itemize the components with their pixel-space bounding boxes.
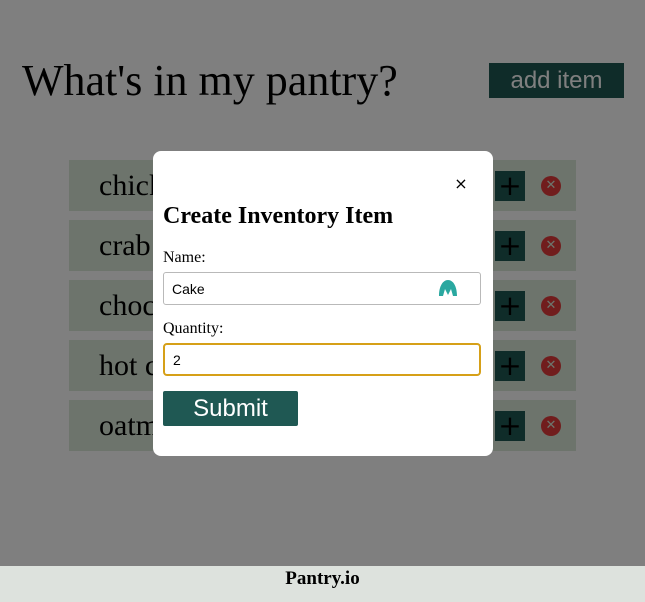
quantity-field[interactable] (163, 343, 481, 376)
close-icon[interactable]: × (451, 174, 471, 194)
quantity-label: Quantity: (163, 320, 224, 337)
name-field[interactable] (163, 272, 481, 305)
footer: Pantry.io (0, 566, 645, 602)
submit-button[interactable]: Submit (163, 391, 298, 426)
page: What's in my pantry? add item chicken + … (0, 0, 645, 602)
footer-brand: Pantry.io (285, 568, 360, 589)
create-item-modal: × Create Inventory Item Name: Quantity: … (153, 151, 493, 456)
password-manager-icon[interactable] (438, 279, 458, 297)
name-label: Name: (163, 249, 206, 266)
modal-title: Create Inventory Item (163, 203, 394, 229)
